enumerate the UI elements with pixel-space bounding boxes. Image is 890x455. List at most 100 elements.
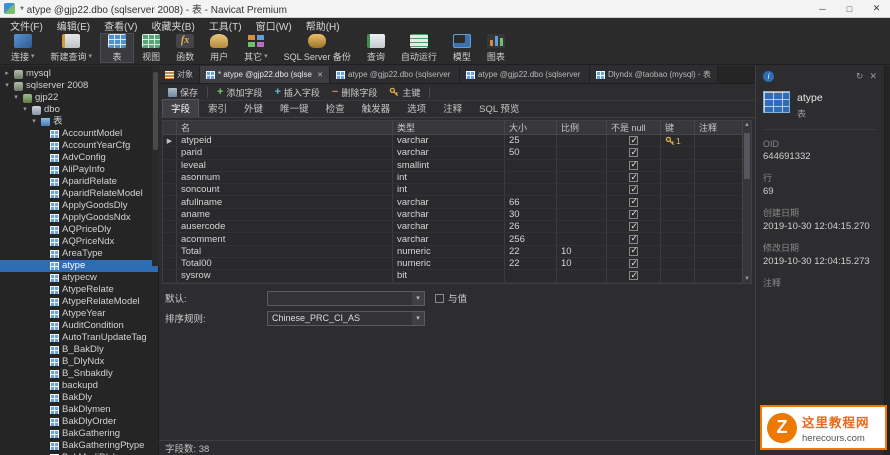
column-header-大小[interactable]: 大小 [505,121,557,134]
action-主键[interactable]: 主键 [384,85,425,100]
tab-atype-gjp22-dbo-sqlserver-2008[interactable]: atype @gjp22.dbo (sqlserver 2008... [460,66,590,83]
not-null-checkbox[interactable] [629,246,638,256]
not-null-checkbox[interactable] [629,233,638,244]
designer-tab-外键[interactable]: 外键 [236,100,271,117]
field-row-total00[interactable]: Total00 numeric 22 10 [163,257,751,271]
field-row-acomment[interactable]: acomment varchar 256 [163,233,751,246]
sidebar-item-applygoodsndx[interactable]: ApplyGoodsNdx [0,212,158,224]
scroll-down-icon[interactable]: ▼ [743,276,751,282]
close-icon[interactable]: ✕ [317,71,323,79]
sidebar-item-mysql[interactable]: ▸ mysql [0,68,158,80]
sidebar-item-b-bakdly[interactable]: B_BakDly [0,344,158,356]
not-null-checkbox[interactable] [629,184,638,195]
toolbar-button-用户[interactable]: 用户 [202,33,236,63]
info-icon[interactable]: i [763,71,774,82]
close-icon[interactable]: ✕ [869,71,877,82]
toolbar-button-连接[interactable]: 连接 ▾ [3,33,43,63]
toolbar-button-新建查询[interactable]: 新建查询 ▾ [43,33,101,63]
tab-atype-gjp22-dbo-sqlserver-200[interactable]: * atype @gjp22.dbo (sqlserver 200... ✕ [200,66,330,83]
collapsed-panel-strip[interactable] [884,66,890,455]
sidebar-item-alipayinfo[interactable]: AliPayInfo [0,164,158,176]
field-row-leveal[interactable]: leveal smallint [163,159,751,172]
tab-对象[interactable]: 对象 [159,66,200,83]
sidebar-item-atypeyear[interactable]: AtypeYear [0,308,158,320]
toolbar-button-视图[interactable]: 视图 [134,33,168,63]
expander-icon[interactable]: ▾ [21,104,29,116]
sidebar-item-applygoodsdly[interactable]: ApplyGoodsDly [0,200,158,212]
not-null-checkbox[interactable] [629,270,638,281]
maximize-button[interactable]: □ [836,0,863,17]
field-row-ausercode[interactable]: ausercode varchar 26 [163,221,751,234]
menu-item-查看-v[interactable]: 查看(V) [97,18,144,33]
menu-item-文件-f[interactable]: 文件(F) [3,18,50,33]
toolbar-button-表[interactable]: 表 [100,33,135,63]
sidebar-scrollbar[interactable] [152,66,159,266]
action-删除字段[interactable]: − 删除字段 [327,85,382,100]
field-row-afullname[interactable]: afullname varchar 66 [163,196,751,209]
expander-icon[interactable]: ▸ [3,68,11,80]
column-header-不是-null[interactable]: 不是 null [607,121,661,134]
field-row-parid[interactable]: parid varchar 50 [163,147,751,160]
grid-scrollbar[interactable]: ▲ ▼ [742,121,751,283]
sidebar-item-bakgatheringptype[interactable]: BakGatheringPtype [0,440,158,452]
column-header-比例[interactable]: 比例 [557,121,607,134]
sidebar-item-bakdlymen[interactable]: BakDlymen [0,404,158,416]
sidebar-item-aqpricedly[interactable]: AQPriceDly [0,224,158,236]
action-添加字段[interactable]: + 添加字段 [212,85,267,100]
not-null-checkbox[interactable] [629,135,638,146]
toolbar-button-函数[interactable]: 函数 [168,33,202,63]
toolbar-button-其它[interactable]: 其它 ▾ [236,33,276,63]
default-select[interactable]: ▾ [267,290,425,306]
expander-icon[interactable]: ▾ [3,80,11,92]
scroll-up-icon[interactable]: ▲ [743,122,751,128]
field-row-sysrow[interactable]: sysrow bit [163,270,751,283]
minimize-button[interactable]: ─ [809,0,836,17]
designer-tab-sql-预览[interactable]: SQL 预览 [471,100,527,117]
sidebar-item-atype[interactable]: atype [0,260,158,272]
sidebar-item-bakdly[interactable]: BakDly [0,392,158,404]
not-null-checkbox[interactable] [629,209,638,219]
scrollbar-thumb[interactable] [744,133,750,179]
sidebar-item-dbo[interactable]: ▾ dbo [0,104,158,116]
chevron-down-icon[interactable]: ▾ [412,311,424,325]
sidebar-item-表[interactable]: ▾ 表 [0,116,158,128]
designer-tab-选项[interactable]: 选项 [399,100,434,117]
menu-item-窗口-w[interactable]: 窗口(W) [249,18,299,33]
sidebar-item-b-snbakdly[interactable]: B_Snbakdly [0,368,158,380]
tab-atype-gjp22-dbo-sqlserver-200[interactable]: atype @gjp22.dbo (sqlserver 200... [330,66,460,83]
sidebar-item-gjp22[interactable]: ▾ gjp22 [0,92,158,104]
toolbar-button-模型[interactable]: 模型 [445,33,479,63]
not-null-checkbox[interactable] [629,172,638,183]
toolbar-button-sql-server-备份[interactable]: SQL Server 备份 [276,33,359,63]
not-null-checkbox[interactable] [629,147,638,158]
close-button[interactable]: ✕ [863,0,890,17]
sidebar-item-bakdlyorder[interactable]: BakDlyOrder [0,416,158,428]
sidebar-item-autotranupdatetag[interactable]: AutoTranUpdateTag [0,332,158,344]
not-null-checkbox[interactable] [629,221,638,232]
field-row-atypeid[interactable]: ▶atypeidvarchar25 1 [163,135,751,148]
sidebar-item-areatype[interactable]: AreaType [0,248,158,260]
field-row-total[interactable]: Total numeric 22 10 [163,245,751,258]
action-插入字段[interactable]: + 插入字段 [269,85,324,100]
designer-tab-检查[interactable]: 检查 [318,100,353,117]
designer-tab-索引[interactable]: 索引 [200,100,235,117]
expander-icon[interactable]: ▾ [12,92,20,104]
toolbar-button-自动运行[interactable]: 自动运行 [393,33,445,63]
toolbar-button-图表[interactable]: 图表 [479,33,513,63]
sidebar-item-auditcondition[interactable]: AuditCondition [0,320,158,332]
not-null-checkbox[interactable] [629,196,638,207]
sidebar-item-sqlserver-2008[interactable]: ▾ sqlserver 2008 [0,80,158,92]
not-null-checkbox[interactable] [629,160,638,170]
chevron-down-icon[interactable]: ▾ [412,291,424,305]
sidebar-item-aparidrelate[interactable]: AparidRelate [0,176,158,188]
tab-dlyndx-taobao-mysql-表[interactable]: Dlyndx @taobao (mysql) - 表 [590,66,718,83]
menu-item-工具-t[interactable]: 工具(T) [202,18,249,33]
sidebar-item-accountyearcfg[interactable]: AccountYearCfg [0,140,158,152]
sidebar-item-aqpricendx[interactable]: AQPriceNdx [0,236,158,248]
column-header-键[interactable]: 键 [661,121,695,134]
designer-tab-注释[interactable]: 注释 [435,100,470,117]
designer-tab-字段[interactable]: 字段 [162,99,200,117]
menu-item-收藏夹-b[interactable]: 收藏夹(B) [144,18,201,33]
designer-tab-触发器[interactable]: 触发器 [354,100,399,117]
sidebar-item-atyperelate[interactable]: AtypeRelate [0,284,158,296]
